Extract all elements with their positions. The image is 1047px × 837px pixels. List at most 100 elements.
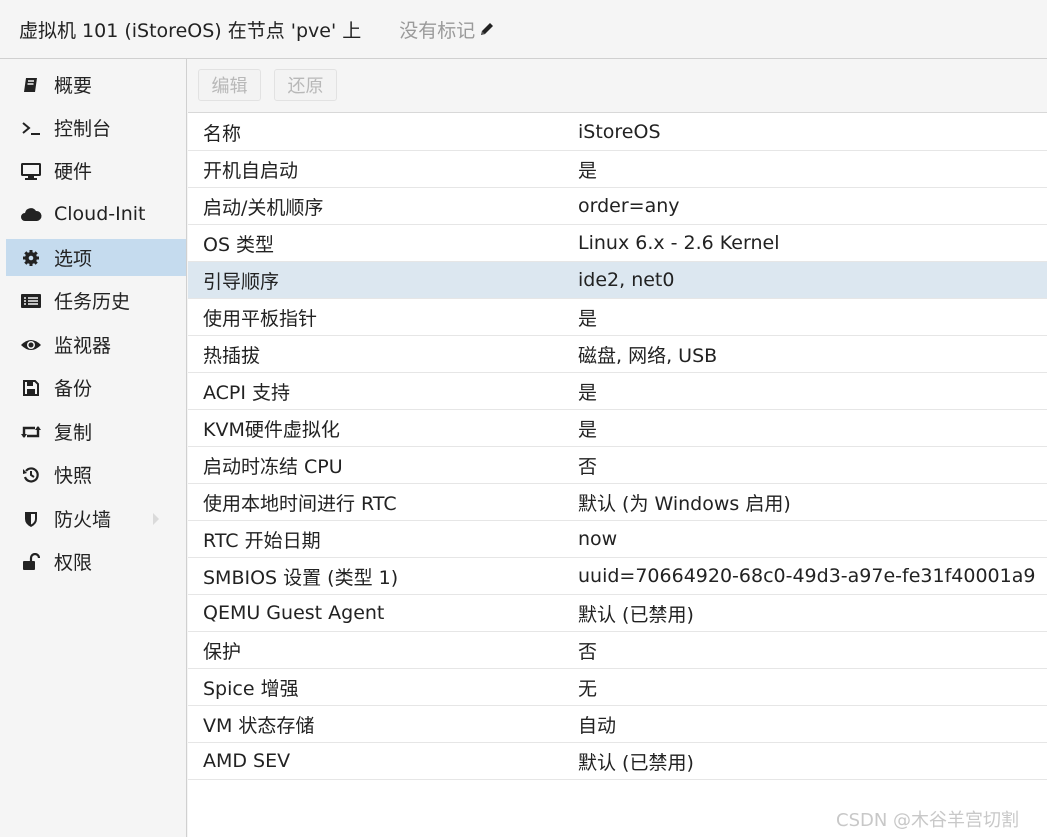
option-value: 是: [578, 307, 598, 330]
option-value: 默认 (为 Windows 启用): [578, 492, 791, 515]
sidebar-item-label: 控制台: [54, 118, 112, 140]
option-value: 否: [578, 640, 598, 663]
table-row[interactable]: VM 状态存储 自动: [188, 706, 1047, 743]
sidebar-item-label: 权限: [54, 552, 93, 574]
sidebar-item-snapshots[interactable]: 快照: [6, 456, 186, 493]
window-header: 虚拟机 101 (iStoreOS) 在节点 'pve' 上 没有标记: [0, 0, 1047, 59]
floppy-icon: [20, 377, 42, 399]
sidebar-item-label: 防火墙: [54, 509, 112, 531]
tags-label: 没有标记: [399, 19, 476, 42]
table-row[interactable]: 启动时冻结 CPU 否: [188, 447, 1047, 484]
option-key: VM 状态存储: [203, 714, 315, 737]
sidebar-item-label: Cloud-Init: [54, 202, 146, 225]
page-title: 虚拟机 101 (iStoreOS) 在节点 'pve' 上: [19, 19, 362, 42]
sidebar-item-label: 硬件: [54, 161, 93, 183]
option-key: QEMU Guest Agent: [203, 602, 385, 624]
option-key: RTC 开始日期: [203, 529, 321, 552]
table-row[interactable]: 热插拔 磁盘, 网络, USB: [188, 336, 1047, 373]
table-row[interactable]: 使用本地时间进行 RTC 默认 (为 Windows 启用): [188, 484, 1047, 521]
sidebar-item-label: 选项: [54, 248, 93, 270]
sidebar-item-label: 复制: [54, 422, 93, 444]
gear-icon: [20, 247, 42, 269]
option-key: AMD SEV: [203, 750, 291, 772]
sidebar-item-task-history[interactable]: 任务历史: [6, 282, 186, 319]
table-row[interactable]: ACPI 支持 是: [188, 373, 1047, 410]
option-key: 热插拔: [203, 344, 261, 367]
history-icon: [20, 464, 42, 486]
chevron-right-icon[interactable]: [152, 512, 160, 526]
revert-button[interactable]: 还原: [274, 69, 337, 101]
eye-icon: [20, 334, 42, 356]
sidebar-item-permissions[interactable]: 权限: [6, 543, 186, 580]
options-panel: 编辑 还原 名称 iStoreOS 开机自启动是 启动/关机顺序 order=any…: [188, 59, 1047, 837]
option-value: 自动: [578, 714, 617, 737]
table-row[interactable]: Spice 增强 无: [188, 669, 1047, 706]
option-value: now: [578, 528, 618, 550]
sidebar-item-replication[interactable]: 复制: [6, 413, 186, 450]
sidebar-item-firewall[interactable]: 防火墙: [6, 500, 186, 537]
option-key: 名称: [203, 122, 242, 145]
option-key: 保护: [203, 640, 242, 663]
option-value: 磁盘, 网络, USB: [578, 344, 718, 367]
option-key: 引导顺序: [203, 270, 280, 293]
sidebar-item-label: 任务历史: [54, 291, 131, 313]
toolbar: 编辑 还原: [188, 59, 1047, 113]
option-key: 使用平板指针: [203, 307, 318, 330]
sidebar-item-summary[interactable]: 概要: [6, 66, 186, 103]
sidebar-item-console[interactable]: 控制台: [6, 109, 186, 146]
sidebar-item-label: 概要: [54, 75, 93, 97]
option-key: OS 类型: [203, 233, 275, 256]
tags-field[interactable]: 没有标记: [399, 16, 496, 43]
option-value: 是: [578, 381, 598, 404]
option-key: ACPI 支持: [203, 381, 291, 404]
option-key: 启动时冻结 CPU: [203, 455, 343, 478]
option-value: 否: [578, 455, 598, 478]
sidebar-item-label: 监视器: [54, 335, 112, 357]
table-row[interactable]: AMD SEV 默认 (已禁用): [188, 743, 1047, 780]
option-value: 是: [578, 159, 598, 182]
table-row[interactable]: 名称 iStoreOS: [188, 114, 1047, 151]
table-row[interactable]: SMBIOS 设置 (类型 1) uuid=70664920-68c0-49d3-…: [188, 558, 1047, 595]
option-value: 默认 (已禁用): [578, 751, 694, 774]
watermark: CSDN @木谷羊宫切割: [836, 810, 1020, 831]
option-value: uuid=70664920-68c0-49d3-a97e-fe31f40001a…: [578, 565, 1036, 587]
table-row[interactable]: 开机自启动 是: [188, 151, 1047, 188]
pencil-icon[interactable]: [478, 20, 496, 38]
table-row[interactable]: OS 类型 Linux 6.x - 2.6 Kernel: [188, 225, 1047, 262]
table-row[interactable]: KVM硬件虚拟化 是: [188, 410, 1047, 447]
unlock-icon: [20, 551, 42, 573]
terminal-icon: [20, 117, 42, 139]
sidebar-item-label: 备份: [54, 378, 93, 400]
sidebar-item-monitor[interactable]: 监视器: [6, 326, 186, 363]
cloud-icon: [20, 203, 42, 225]
option-value: order=any: [578, 195, 680, 217]
option-value: iStoreOS: [578, 121, 661, 143]
sidebar: 概要 控制台 硬件 Cloud-Init 选项 任务历史 监视器 备份 复制 快…: [6, 59, 187, 837]
table-row[interactable]: RTC 开始日期 now: [188, 521, 1047, 558]
option-value: 是: [578, 418, 598, 441]
option-key: 使用本地时间进行 RTC: [203, 492, 397, 515]
retweet-icon: [20, 421, 42, 443]
table-row[interactable]: 使用平板指针 是: [188, 299, 1047, 336]
table-row[interactable]: QEMU Guest Agent 默认 (已禁用): [188, 595, 1047, 632]
option-key: 启动/关机顺序: [203, 196, 324, 219]
option-value: Linux 6.x - 2.6 Kernel: [578, 232, 780, 254]
option-key: 开机自启动: [203, 159, 299, 182]
sidebar-item-options[interactable]: 选项: [6, 239, 186, 276]
list-icon: [20, 290, 42, 312]
option-key: SMBIOS 设置 (类型 1): [203, 566, 399, 589]
sidebar-item-hardware[interactable]: 硬件: [6, 152, 186, 189]
book-icon: [20, 74, 42, 96]
monitor-icon: [20, 160, 42, 182]
shield-icon: [20, 508, 42, 530]
edit-button[interactable]: 编辑: [198, 69, 261, 101]
sidebar-item-backup[interactable]: 备份: [6, 369, 186, 406]
option-key: KVM硬件虚拟化: [203, 418, 340, 441]
sidebar-item-cloud-init[interactable]: Cloud-Init: [6, 195, 186, 232]
table-row[interactable]: 保护 否: [188, 632, 1047, 669]
option-value: ide2, net0: [578, 269, 675, 291]
table-row-selected[interactable]: 引导顺序 ide2, net0: [188, 262, 1047, 299]
table-row[interactable]: 启动/关机顺序 order=any: [188, 188, 1047, 225]
option-key: Spice 增强: [203, 677, 299, 700]
option-value: 默认 (已禁用): [578, 603, 694, 626]
